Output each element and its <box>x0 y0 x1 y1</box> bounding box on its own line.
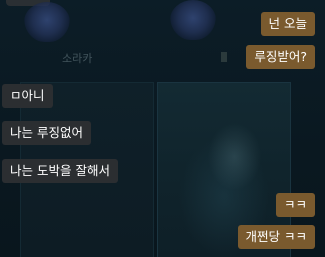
message-bubble-sent[interactable]: 루징받어? <box>246 45 315 69</box>
message-bubble-received[interactable]: ㅁ아니 <box>2 84 53 108</box>
chat-screen: 소라카 넌 오늘 루징받어? ㅁ아니 나는 루징없어 나는 도박을 잘해서 ㅋㅋ… <box>0 0 325 257</box>
message-bubble-received[interactable]: 나는 도박을 잘해서 <box>2 159 118 183</box>
message-bubble-sent[interactable]: 넌 오늘 <box>260 12 315 36</box>
message-bubble-sent[interactable]: 개쩐당 ㅋㅋ <box>237 225 315 249</box>
rank-emblem-icon <box>24 2 70 42</box>
rank-emblem-icon <box>170 0 216 40</box>
rank-label: 소라카 <box>62 52 93 65</box>
message-bubble-sent[interactable]: ㅋㅋ <box>275 193 315 217</box>
background-marker <box>221 52 227 62</box>
message-bubble-received[interactable]: 나는 루징없어 <box>2 121 91 145</box>
